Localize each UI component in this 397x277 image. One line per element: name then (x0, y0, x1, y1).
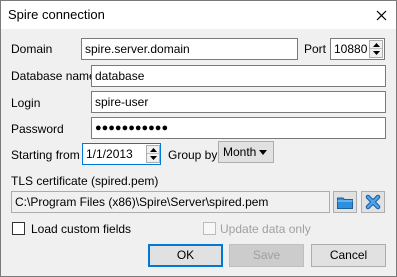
dialog-window: Spire connection Domain spire.server.dom… (0, 0, 397, 277)
ok-button[interactable]: OK (148, 244, 223, 267)
login-value: spire-user (95, 95, 149, 109)
password-input[interactable]: ●●●●●●●●●●● (91, 117, 386, 139)
folder-icon (337, 197, 353, 209)
password-value: ●●●●●●●●●●● (95, 122, 169, 134)
starting-date-value: 1/1/2013 (86, 147, 133, 161)
date-down-arrow-icon[interactable] (147, 154, 159, 162)
save-button[interactable]: Save (229, 244, 304, 267)
database-value: database (95, 69, 145, 83)
title-bar: Spire connection (1, 1, 396, 29)
tls-path-value: C:\Program Files (x86)\Spire\Server\spir… (15, 195, 269, 209)
database-label: Database name (11, 69, 96, 83)
port-down-arrow-icon[interactable] (370, 49, 382, 57)
load-custom-fields-checkbox[interactable] (12, 222, 25, 235)
port-spinner[interactable] (369, 40, 383, 58)
browse-button[interactable] (333, 191, 357, 213)
starting-from-label: Starting from (11, 148, 80, 162)
group-by-select[interactable]: Month (218, 141, 274, 163)
port-value: 10880 (334, 42, 368, 56)
port-up-arrow-icon[interactable] (370, 41, 382, 49)
login-input[interactable]: spire-user (91, 91, 386, 113)
domain-value: spire.server.domain (85, 42, 190, 56)
domain-input[interactable]: spire.server.domain (81, 38, 298, 60)
clear-button[interactable] (361, 191, 385, 213)
clear-x-icon (365, 194, 381, 210)
date-spinner[interactable] (146, 145, 160, 163)
close-icon (376, 10, 387, 20)
date-up-arrow-icon[interactable] (147, 146, 159, 154)
tls-path-input[interactable]: C:\Program Files (x86)\Spire\Server\spir… (11, 191, 330, 213)
close-button[interactable] (367, 1, 396, 29)
login-label: Login (11, 96, 41, 110)
window-title: Spire connection (8, 7, 105, 22)
tls-certificate-label: TLS certificate (spired.pem) (11, 174, 159, 188)
group-by-label: Group by (168, 148, 218, 162)
group-by-value: Month (223, 145, 257, 159)
update-data-only-label: Update data only (220, 222, 311, 236)
database-input[interactable]: database (91, 65, 386, 87)
update-data-only-checkbox[interactable] (203, 222, 216, 235)
port-label: Port (304, 42, 327, 56)
password-label: Password (11, 122, 64, 136)
chevron-down-icon (259, 150, 267, 155)
domain-label: Domain (11, 42, 53, 56)
load-custom-fields-label: Load custom fields (31, 222, 132, 236)
cancel-button[interactable]: Cancel (311, 244, 386, 267)
